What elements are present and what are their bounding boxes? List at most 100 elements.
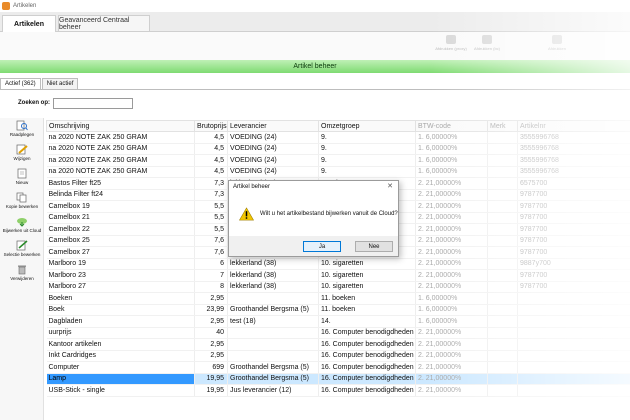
table-cell: 2. 21,00000%: [415, 327, 488, 339]
column-header[interactable]: Omzetgroep: [318, 120, 416, 132]
table-cell: 2. 21,00000%: [415, 235, 488, 247]
table-cell: 2,95: [194, 292, 228, 305]
search-row: Zoeken op:: [0, 97, 134, 109]
table-cell: 9.: [318, 131, 416, 144]
table-cell: 9787700: [517, 246, 630, 259]
no-button[interactable]: Nee: [355, 241, 393, 252]
table-cell: 2. 21,00000%: [415, 269, 488, 282]
table-row[interactable]: Boek 23,99 Groothandel Bergsma (5) 11. boek…: [46, 304, 630, 316]
table-row[interactable]: na 2020 NOTE ZAK 250 GRAM 4,5 VOEDING (24)…: [46, 166, 630, 178]
column-header[interactable]: Omschrijving: [46, 120, 195, 132]
table-cell: [487, 200, 518, 213]
articles-grid: Omschrijving Brutoprijs Leverancier Omzetgr…: [46, 120, 630, 420]
column-header[interactable]: Merk: [487, 120, 518, 132]
table-row[interactable]: Dagbladen 2,95 test (18) 14. 1. 6,00000%: [46, 315, 630, 328]
table-cell: Groothandel Bergsma (5): [227, 361, 319, 374]
table-row[interactable]: Marlboro 23 7 lekkerland (38) 10. sigarette…: [46, 269, 630, 282]
table-cell: VOEDING (24): [227, 143, 319, 155]
kopie-bewerken-button[interactable]: Kopie bewerken: [0, 192, 44, 214]
table-row[interactable]: Inkt Cardridges 2,95 16. Computer benodigd…: [46, 350, 630, 362]
dialog-buttons: Ja Nee: [229, 237, 398, 257]
table-cell: [227, 292, 319, 305]
print-button[interactable]: Afdrukken: [540, 35, 574, 58]
app-icon: [2, 2, 10, 10]
nieuw-button[interactable]: Nieuw: [0, 168, 44, 190]
tab-artikelen[interactable]: Artikelen: [2, 15, 56, 32]
table-cell: 9787700: [517, 269, 630, 282]
table-cell: 2. 21,00000%: [415, 189, 488, 201]
table-cell: 1. 6,00000%: [415, 131, 488, 144]
table-cell: Jus leverancier (12): [227, 384, 319, 397]
table-row[interactable]: Marlboro 27 8 lekkerland (38) 10. sigarette…: [46, 281, 630, 293]
table-row[interactable]: Computer 699 Groothandel Bergsma (5) 16. Co…: [46, 361, 630, 374]
table-cell: [487, 384, 518, 397]
wijzigen-button[interactable]: Wijzigen: [0, 144, 44, 166]
table-cell: 2. 21,00000%: [415, 350, 488, 362]
table-row[interactable]: Boeken 2,95 11. boeken 1. 6,00000%: [46, 292, 630, 305]
table-row[interactable]: Lamp 19,95 Groothandel Bergsma (5) 16. Comp…: [46, 373, 630, 385]
verwijderen-button[interactable]: Verwijderen: [0, 264, 44, 286]
table-cell: na 2020 NOTE ZAK 250 GRAM: [46, 143, 195, 155]
table-cell: 2. 21,00000%: [415, 223, 488, 236]
table-cell: [487, 212, 518, 224]
tab-geavanceerd-centraal-beheer[interactable]: Geavanceerd Centraal beheer: [58, 15, 150, 32]
table-row[interactable]: na 2020 NOTE ZAK 250 GRAM 4,5 VOEDING (24)…: [46, 131, 630, 144]
articles-table: Omschrijving Brutoprijs Leverancier Omzetgr…: [46, 120, 630, 397]
table-cell: Inkt Cardridges: [46, 350, 195, 362]
raadplegen-button[interactable]: Raadplegen: [0, 120, 44, 142]
yes-button[interactable]: Ja: [303, 241, 341, 252]
table-row[interactable]: na 2020 NOTE ZAK 250 GRAM 4,5 VOEDING (24)…: [46, 154, 630, 167]
table-cell: Bastos Filter ft25: [46, 177, 195, 190]
table-cell: [517, 315, 630, 328]
table-cell: 9887y700: [517, 258, 630, 270]
table-cell: [487, 235, 518, 247]
table-row[interactable]: USB-Stick - single 19,95 Jus leverancier (…: [46, 384, 630, 397]
table-cell: Camelbox 22: [46, 223, 195, 236]
bijwerken-uit-cloud-button[interactable]: Bijwerken uit Cloud: [0, 216, 44, 238]
table-cell: 5,5: [194, 200, 228, 213]
table-cell: [487, 166, 518, 178]
search-input[interactable]: [53, 97, 134, 109]
table-cell: 2,95: [194, 350, 228, 362]
table-cell: [487, 269, 518, 282]
column-header[interactable]: Brutoprijs: [194, 120, 228, 132]
selectie-bewerken-button[interactable]: Selectie bewerken: [0, 240, 44, 262]
title-bar: Artikelen: [0, 0, 630, 12]
table-row[interactable]: Marlboro 19 6 lekkerland (38) 10. sigarette…: [46, 258, 630, 270]
table-cell: Camelbox 25: [46, 235, 195, 247]
table-cell: [517, 338, 630, 351]
table-cell: Marlboro 23: [46, 269, 195, 282]
print-bc-button[interactable]: Afdrukken (bc): [470, 35, 504, 58]
table-cell: 9.: [318, 143, 416, 155]
table-cell: [487, 292, 518, 305]
table-cell: [487, 189, 518, 201]
table-cell: 3555996768: [517, 166, 630, 178]
table-cell: [227, 350, 319, 362]
table-row[interactable]: na 2020 NOTE ZAK 250 GRAM 4,5 VOEDING (24)…: [46, 143, 630, 155]
table-cell: Lamp: [46, 373, 195, 385]
table-row[interactable]: uurprijs 40 16. Computer benodigdheden 2. 2…: [46, 327, 630, 339]
print-proxy-button[interactable]: Afdrukken (proxy): [434, 35, 468, 58]
table-cell: 7,6: [194, 246, 228, 259]
copy-icon: [16, 192, 27, 203]
pencil-icon: [16, 144, 28, 155]
column-header[interactable]: Leverancier: [227, 120, 319, 132]
table-cell: [487, 281, 518, 293]
table-cell: Dagbladen: [46, 315, 195, 328]
table-cell: 4,5: [194, 154, 228, 167]
column-header[interactable]: BTW-code: [415, 120, 488, 132]
table-cell: [517, 304, 630, 316]
column-header[interactable]: Artikelnr: [517, 120, 630, 132]
table-cell: 2. 21,00000%: [415, 338, 488, 351]
table-row[interactable]: Kantoor artikelen 2,95 16. Computer benodi…: [46, 338, 630, 351]
table-cell: Belinda Filter ft24: [46, 189, 195, 201]
close-icon[interactable]: ✕: [387, 182, 393, 190]
table-cell: [487, 258, 518, 270]
table-cell: Boeken: [46, 292, 195, 305]
table-cell: 3555996768: [517, 143, 630, 155]
table-cell: 2,95: [194, 338, 228, 351]
table-cell: [517, 327, 630, 339]
table-cell: [487, 350, 518, 362]
table-cell: 9.: [318, 154, 416, 167]
dialog-titlebar: Artikel beheer ✕: [229, 181, 398, 192]
